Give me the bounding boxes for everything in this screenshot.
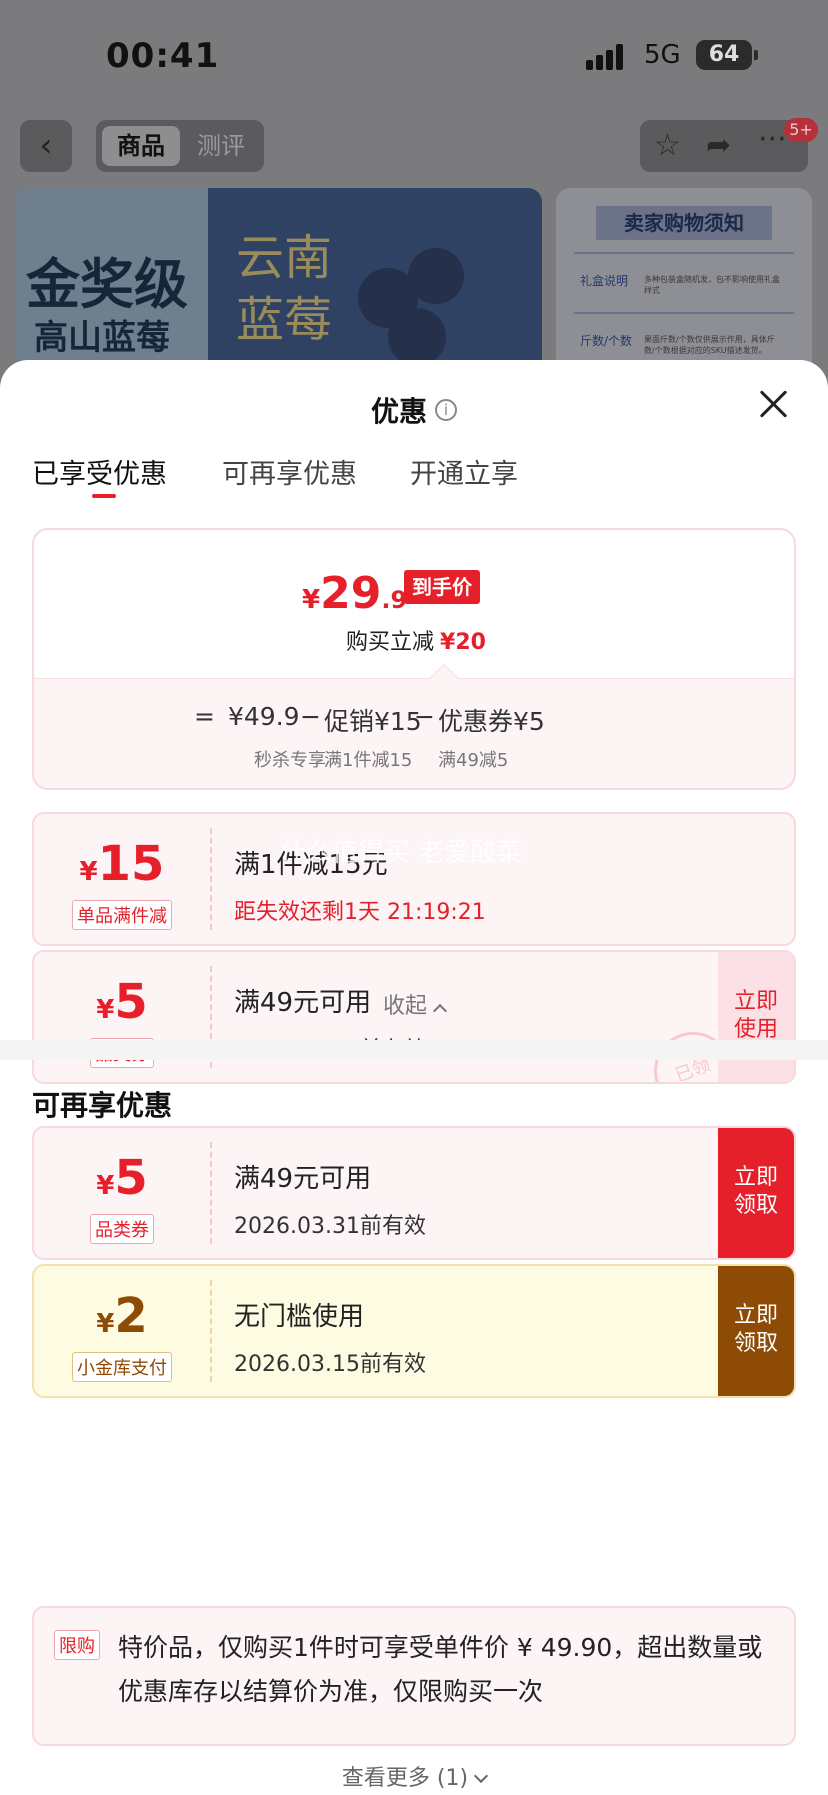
chevron-down-icon [474,1768,489,1784]
seller-notice-image: 卖家购物须知 礼盒说明 多种包装盒随机发，包不影响使用礼盒样式 斤数/个数 果面… [556,188,812,380]
coupon-currency: ¥ [96,1309,115,1339]
notice-row: 礼盒说明 多种包装盒随机发，包不影响使用礼盒样式 [574,252,794,312]
blueberry-image [408,248,464,304]
coupon-type-tag: 单品满件减 [72,900,172,930]
top-tabs: 商品 测评 [96,120,264,172]
coupon-currency: ¥ [96,1171,115,1201]
coupon-validity: 2026.03.15前有效 [234,1352,426,1377]
status-bar: 00:41 5G 64 [0,0,828,110]
notification-badge: 5+ [784,118,818,142]
coupon-amount: ¥15 [34,836,210,892]
banner-subheadline: 高山蓝莓 [34,318,170,358]
coupon-divider [210,1142,212,1244]
formula-minus: − [414,702,435,731]
formula-base: ¥49.9 [228,702,300,731]
notice-label: 礼盒说明 [580,274,629,288]
coupon-type-tag: 品类券 [90,1214,154,1244]
battery-tip [754,50,758,60]
coupon-type-tag: 小金库支付 [72,1352,172,1382]
close-icon[interactable] [756,386,792,422]
coupon-card: ¥2 小金库支付 无门槛使用 2026.03.15前有效 立即 领取 [32,1264,796,1398]
view-more-label: 查看更多 (1) [341,1766,469,1791]
coupon-countdown: 距失效还剩1天 21:19:21 [234,900,486,925]
coupon-title: 无门槛使用 [234,1302,365,1332]
more-icon[interactable]: ··· [758,122,787,157]
limit-text: 特价品，仅购买1件时可享受单件价 ¥ 49.90，超出数量或优惠库存以结算价为准… [118,1633,763,1706]
network-type: 5G [644,40,681,70]
coupon-validity: 2026.03.31前有效 [234,1214,426,1239]
limit-tag: 限购 [54,1630,100,1660]
notice-title: 卖家购物须知 [596,206,772,240]
box-text-2: 蓝莓 [236,292,333,348]
section-title-available: 可再享优惠 [32,1089,173,1122]
share-icon[interactable]: ➦ [706,128,731,163]
chevron-up-icon [432,1003,448,1019]
coupon-value: 15 [97,836,165,892]
purchase-limit-card: 限购 特价品，仅购买1件时可享受单件价 ¥ 49.90，超出数量或优惠库存以结算… [32,1606,796,1746]
tab-indicator [92,494,116,498]
status-time: 00:41 [106,36,220,76]
tab-product[interactable]: 商品 [102,126,180,166]
coupon-amount: ¥5 [34,1150,210,1206]
coupon-value: 5 [114,1150,148,1206]
collapse-label: 收起 [382,994,427,1019]
gift-box-image: 云南 蓝莓 [208,188,542,380]
tab-enjoyed[interactable]: 已享受优惠 [32,452,167,491]
formula-base-sub: 秒杀专享 [254,750,326,771]
back-button[interactable]: ‹ [20,120,72,172]
tab-membership[interactable]: 开通立享 [410,452,518,491]
tab-review[interactable]: 测评 [182,126,260,166]
coupon-amount-area: ¥5 品类券 [34,1128,210,1258]
signal-icon [586,44,632,70]
top-actions: ☆ ➦ ··· [640,120,808,172]
box-text-1: 云南 [236,230,333,286]
coupon-title: 满49元可用 [234,1164,372,1194]
formula-coupon-sub: 满49减5 [438,750,509,771]
reduce-line: 购买立减 ¥20 [34,624,794,656]
notice-text: 果面斤数/个数仅供展示作用，具体斤数/个数根据对应的SKU描述发货。 [644,335,775,355]
coupon-amount: ¥2 [34,1288,210,1344]
coupon-amount-area: ¥15 单品满件减 [34,814,210,944]
watermark: 什么值得买 老爱酸菜 [280,838,523,868]
product-image: 金奖级 高山蓝莓 云南 蓝莓 [16,188,542,380]
discount-sheet: 优惠 i 已享受优惠 可再享优惠 开通立享 ¥29.9 到手价 购买立减 ¥20 =… [0,360,828,1795]
collapse-toggle[interactable]: 收起 [0,988,828,1020]
formula-coupon: 优惠券¥5 [438,707,545,736]
notice-label: 斤数/个数 [580,334,633,348]
price-currency: ¥ [302,585,321,615]
tab-available[interactable]: 可再享优惠 [222,452,357,491]
sheet-title: 优惠 i [0,390,828,430]
price-tag: 到手价 [404,570,480,604]
coupon-value: 2 [114,1288,148,1344]
formula-equals: = [194,702,215,731]
price-integer: 29 [320,568,382,619]
coupon-divider [210,1280,212,1382]
product-page-background: 00:41 5G 64 ‹ 商品 测评 ☆ ➦ ··· 5+ 金奖级 高山蓝莓 … [0,0,828,380]
coupon-currency: ¥ [79,857,98,887]
formula-promo: 促销¥15 [324,707,422,736]
notice-text: 多种包装盒随机发，包不影响使用礼盒样式 [644,275,780,295]
price-formula: = ¥49.9 秒杀专享 − 促销¥15 满1件减15 − 优惠券¥5 满49减… [34,702,794,771]
reduce-amount: ¥20 [440,630,486,655]
price-summary-card: ¥29.9 到手价 购买立减 ¥20 = ¥49.9 秒杀专享 − 促销¥15 满… [32,528,796,790]
sheet-title-text: 优惠 [370,395,427,428]
formula-minus: − [300,702,321,731]
claim-button[interactable]: 立即 领取 [718,1266,794,1396]
coupon-amount-area: ¥2 小金库支付 [34,1266,210,1396]
blueberry-image [388,308,446,366]
view-more-button[interactable]: 查看更多 (1) [0,1750,828,1795]
formula-promo-sub: 满1件减15 [324,750,413,771]
coupon-card: ¥5 品类券 满49元可用 2026.03.31前有效 立即 领取 [32,1126,796,1260]
claim-button[interactable]: 立即 领取 [718,1128,794,1258]
section-gap [0,1040,828,1060]
battery-icon: 64 [696,40,752,70]
banner-headline: 金奖级 [26,253,188,316]
reduce-label: 购买立减 [346,630,435,655]
info-icon[interactable]: i [435,399,457,421]
star-icon[interactable]: ☆ [654,128,681,163]
coupon-divider [210,828,212,930]
final-price: ¥29.9 [302,568,407,619]
